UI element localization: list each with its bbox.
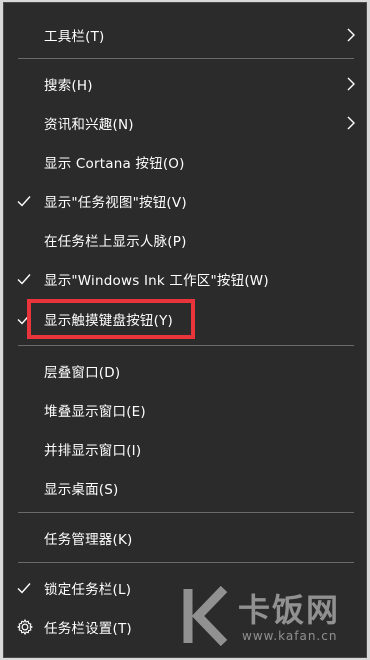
chevron-right-icon (347, 28, 355, 42)
menu-item-label: 锁定任务栏(L) (44, 582, 132, 598)
chevron-right-icon (347, 77, 355, 91)
menu-item-show-desktop[interactable]: 显示桌面(S) (4, 469, 366, 507)
menu-item-task-manager[interactable]: 任务管理器(K) (4, 519, 366, 557)
menu-item-label: 资讯和兴趣(N) (44, 117, 134, 133)
menu-item-label: 并排显示窗口(I) (44, 443, 142, 459)
kafan-logo-icon (183, 585, 228, 647)
menu-separator (18, 512, 354, 513)
checkmark-icon (17, 196, 31, 207)
menu-item-stack-windows[interactable]: 堆叠显示窗口(E) (4, 391, 366, 429)
menu-item-label: 搜索(H) (44, 78, 93, 94)
menu-item-show-task-view-button[interactable]: 显示"任务视图"按钮(V) (4, 182, 366, 220)
menu-item-label: 在任务栏上显示人脉(P) (44, 234, 187, 250)
menu-item-label: 任务管理器(K) (44, 532, 133, 548)
menu-item-cascade-windows[interactable]: 层叠窗口(D) (4, 352, 366, 390)
menu-item-search[interactable]: 搜索(H) (4, 65, 366, 103)
menu-item-label: 显示桌面(S) (44, 482, 119, 498)
menu-item-show-windows-ink-button[interactable]: 显示"Windows Ink 工作区"按钮(W) (4, 260, 366, 298)
menu-item-label: 堆叠显示窗口(E) (44, 404, 146, 420)
menu-separator (18, 58, 354, 59)
watermark-brand: 卡饭网 (238, 591, 341, 629)
menu-item-label: 显示 Cortana 按钮(O) (44, 156, 185, 172)
menu-item-show-people[interactable]: 在任务栏上显示人脉(P) (4, 221, 366, 259)
menu-item-show-cortana-button[interactable]: 显示 Cortana 按钮(O) (4, 143, 366, 181)
menu-separator (18, 562, 354, 563)
watermark: 卡饭网 www.kafan.cn (180, 585, 365, 655)
menu-item-label: 层叠窗口(D) (44, 365, 121, 381)
checkmark-icon (17, 583, 31, 594)
menu-item-side-by-side-windows[interactable]: 并排显示窗口(I) (4, 430, 366, 468)
gear-icon (17, 619, 33, 635)
watermark-url: www.kafan.cn (242, 629, 338, 643)
menu-separator (18, 345, 354, 346)
annotation-highlight-box (27, 299, 195, 339)
menu-item-label: 显示"任务视图"按钮(V) (44, 195, 187, 211)
menu-item-label: 显示"Windows Ink 工作区"按钮(W) (44, 273, 269, 289)
menu-item-toolbars[interactable]: 工具栏(T) (4, 16, 366, 54)
menu-item-label: 工具栏(T) (44, 29, 105, 45)
checkmark-icon (17, 274, 31, 285)
menu-item-news-and-interests[interactable]: 资讯和兴趣(N) (4, 104, 366, 142)
menu-item-label: 任务栏设置(T) (44, 621, 132, 637)
chevron-right-icon (347, 116, 355, 130)
